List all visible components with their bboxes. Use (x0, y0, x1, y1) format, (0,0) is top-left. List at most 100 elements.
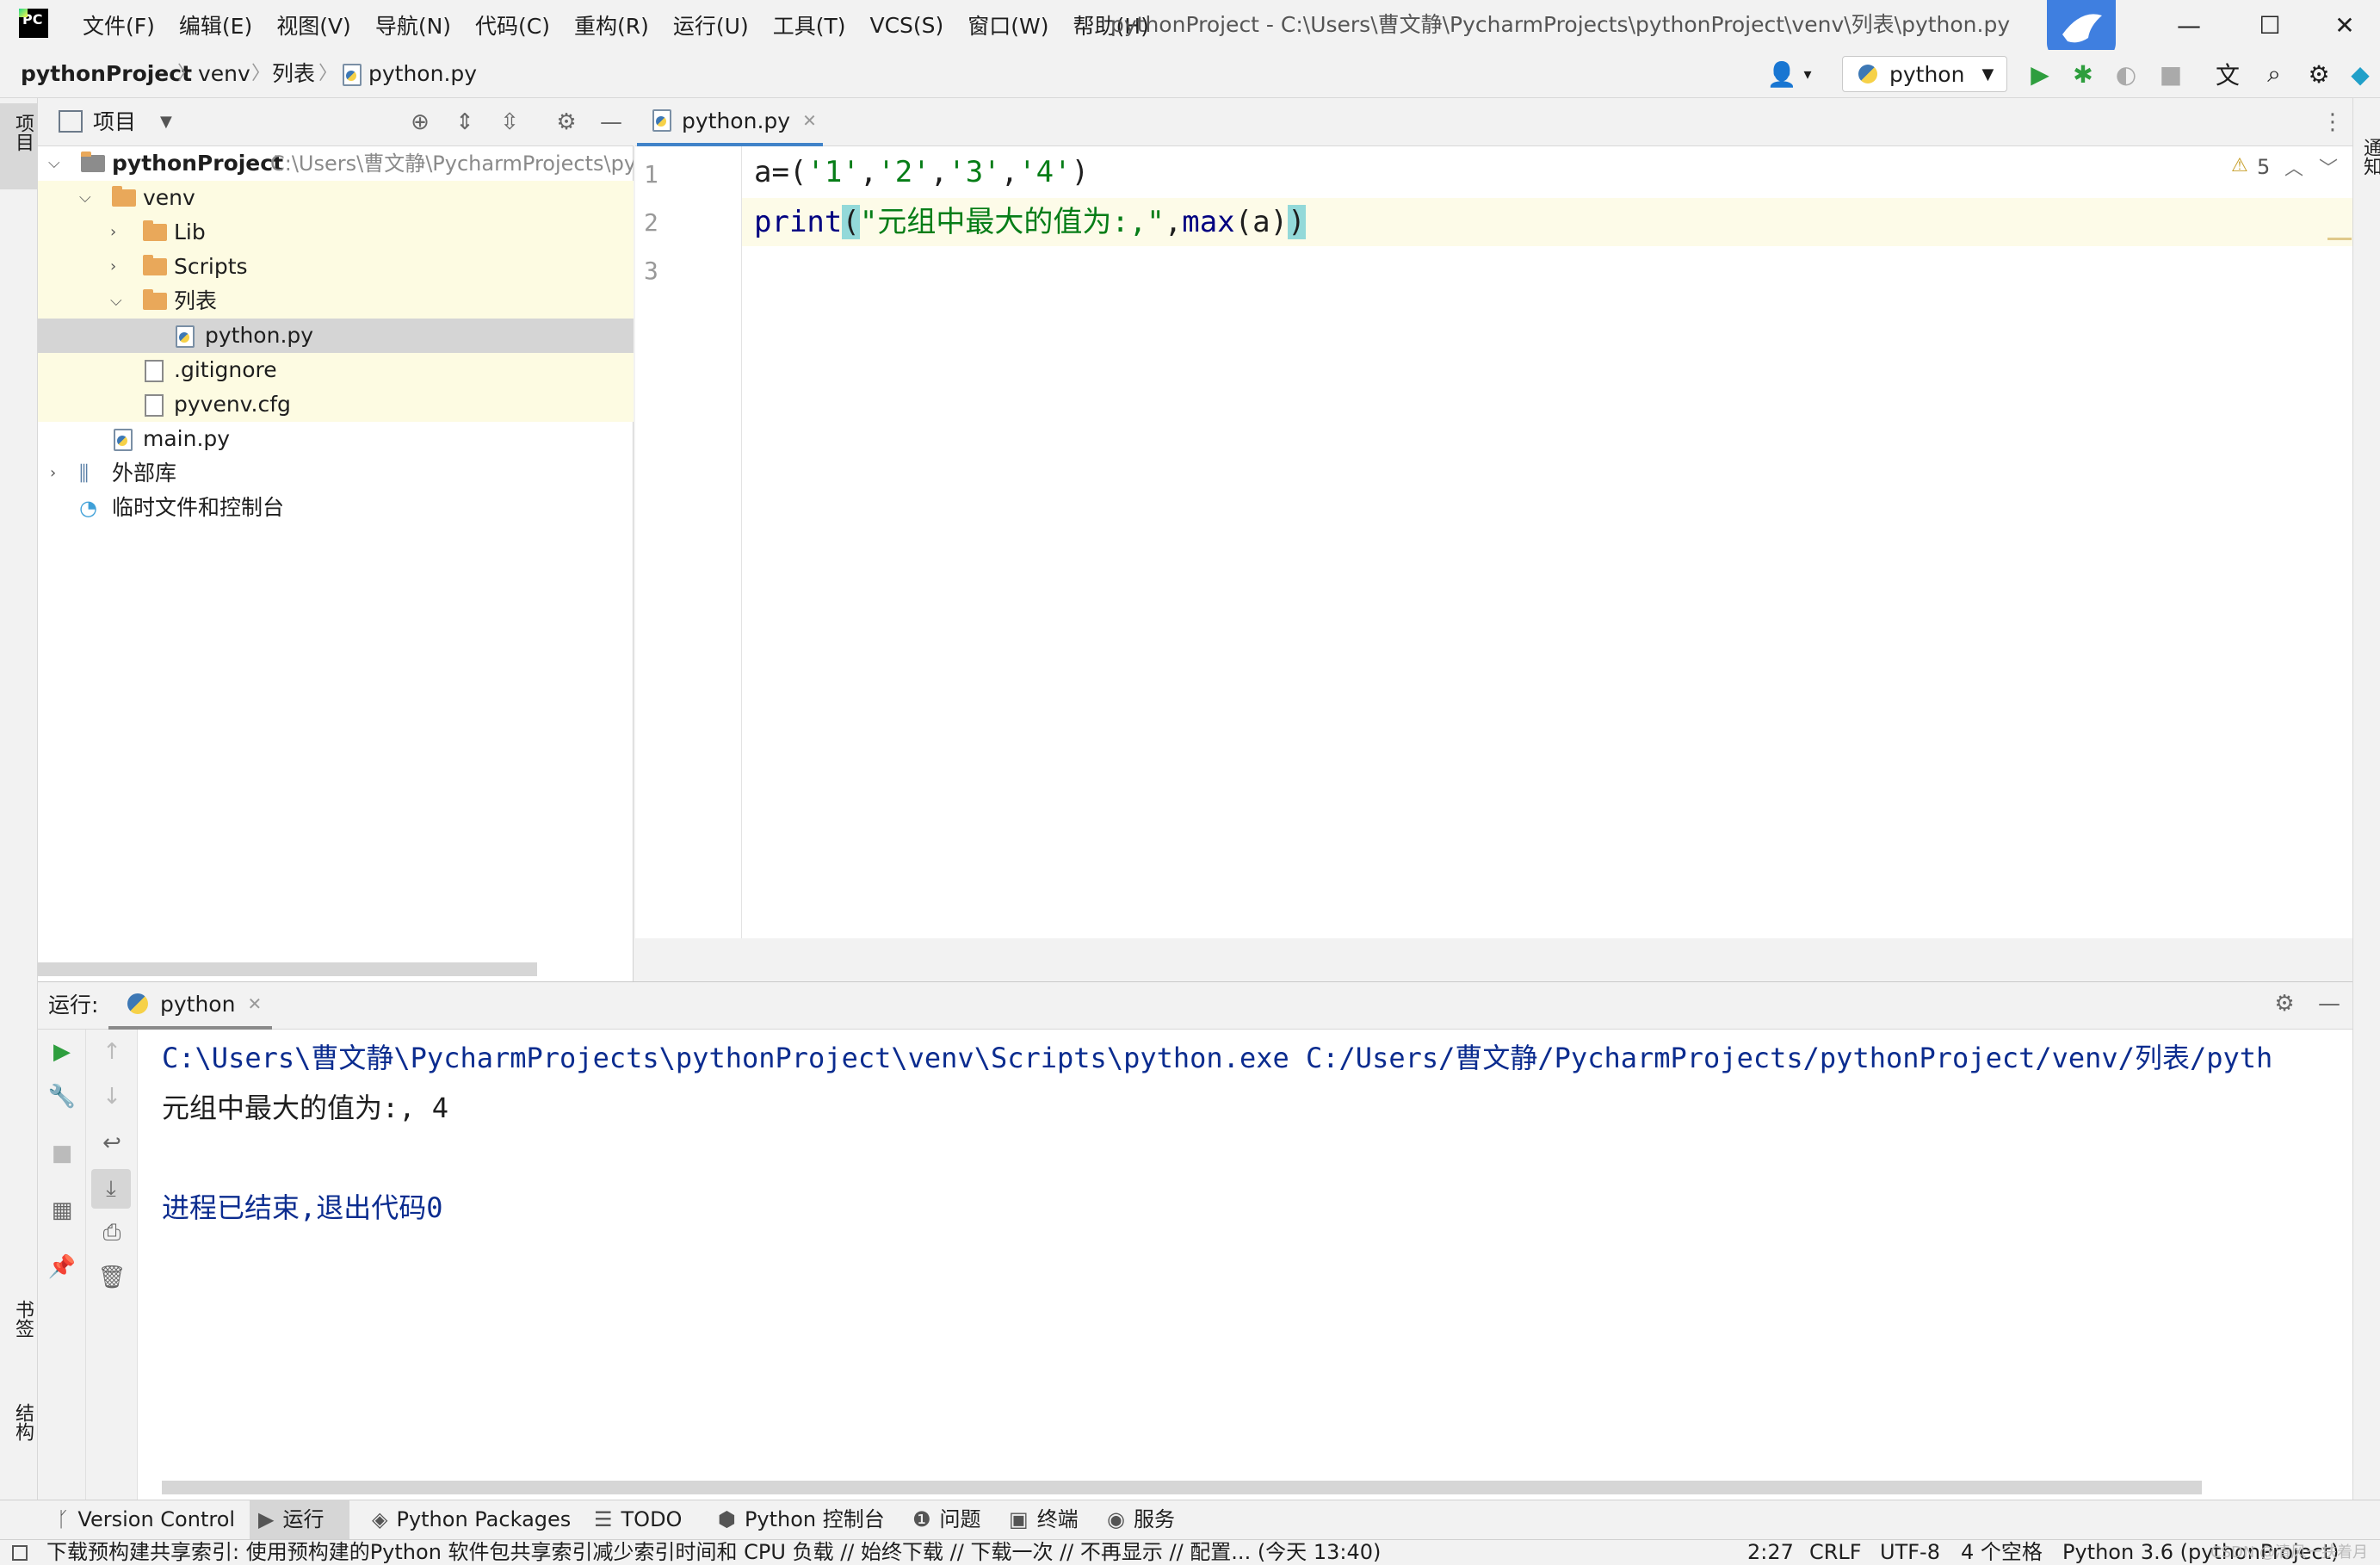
chevron-down-icon[interactable]: ▾ (1790, 57, 1825, 91)
minimize-button[interactable]: — (2148, 0, 2229, 50)
tree-item-scripts[interactable]: › Scripts (38, 250, 634, 284)
tool-tab-run[interactable]: ▶ 运行 (250, 1500, 349, 1539)
tree-item-gitignore[interactable]: .gitignore (38, 353, 634, 387)
run-tab-python[interactable]: python ✕ (108, 981, 272, 1030)
scroll-to-end-icon[interactable]: ⤓ (91, 1169, 131, 1209)
stop-icon[interactable]: ■ (2154, 57, 2188, 91)
breadcrumb-file[interactable]: python.py (343, 50, 477, 98)
status-line-separator[interactable]: CRLF (1809, 1539, 1862, 1565)
tool-tab-python-console[interactable]: ⬢ Python 控制台 (709, 1500, 885, 1539)
menu-view[interactable]: 视图(V) (264, 0, 363, 50)
editor-tab-python-py[interactable]: python.py ✕ (637, 98, 823, 146)
tool-window-toggle-icon[interactable] (12, 1545, 28, 1561)
trash-icon[interactable]: 🗑 (95, 1260, 129, 1295)
menu-vcs[interactable]: VCS(S) (857, 0, 955, 50)
chevron-right-icon[interactable]: › (110, 215, 116, 250)
close-icon[interactable]: ✕ (802, 110, 817, 131)
horizontal-scrollbar[interactable] (38, 962, 537, 976)
bookmarks-tool-button[interactable]: 书签 (0, 1291, 38, 1386)
tool-tab-problems[interactable]: ❶ 问题 (904, 1500, 981, 1539)
tool-tab-python-packages[interactable]: ◈ Python Packages (363, 1500, 571, 1539)
plugin-icon[interactable]: ◆ (2343, 57, 2377, 91)
translate-icon[interactable]: 文 (2210, 57, 2245, 91)
run-console[interactable] (138, 1030, 2352, 1500)
run-icon[interactable]: ▶ (2023, 57, 2057, 91)
gear-icon[interactable]: ⚙ (549, 105, 584, 139)
structure-tool-button[interactable]: 结构 (0, 1395, 38, 1489)
tool-tab-terminal[interactable]: ▣ 终端 (1000, 1500, 1079, 1539)
tree-item-venv[interactable]: ⌵ venv (38, 181, 634, 215)
tool-tab-todo[interactable]: ☰ TODO (585, 1500, 682, 1539)
close-window-button[interactable]: ✕ (2310, 0, 2379, 50)
gear-icon[interactable]: ⚙ (2267, 987, 2302, 1021)
wrench-icon[interactable]: 🔧 (45, 1079, 79, 1114)
menu-tools[interactable]: 工具(T) (761, 0, 858, 50)
next-highlight-icon[interactable]: ﹀ (2319, 153, 2338, 181)
more-options-icon[interactable]: ⋮ (2315, 105, 2350, 139)
code-area[interactable] (742, 146, 2352, 938)
notifications-tool-button[interactable]: 通知 (2353, 112, 2380, 189)
print-icon[interactable]: ⎙ (95, 1216, 129, 1250)
soft-wrap-icon[interactable]: ↩ (95, 1126, 129, 1160)
stop-icon[interactable]: ■ (45, 1136, 79, 1171)
warning-count[interactable]: 5 (2257, 155, 2270, 179)
console-output-line: 元组中最大的值为:, 4 (162, 1092, 449, 1124)
status-encoding[interactable]: UTF-8 (1880, 1539, 1940, 1565)
tool-tab-version-control[interactable]: ᚴ Version Control (48, 1500, 235, 1539)
up-arrow-icon[interactable]: ↑ (95, 1035, 129, 1069)
project-panel-title[interactable]: 项目 (93, 98, 136, 146)
run-configuration-select[interactable]: python ▼ (1842, 56, 2007, 92)
pin-icon[interactable]: 📌 (45, 1250, 79, 1284)
tree-item-pyvenv-cfg[interactable]: pyvenv.cfg (38, 387, 634, 422)
coverage-icon[interactable]: ◐ (2109, 57, 2143, 91)
menu-window[interactable]: 窗口(W) (955, 0, 1060, 50)
breadcrumb-project[interactable]: pythonProject (21, 50, 192, 98)
tree-item-project-root[interactable]: ⌵ pythonProject C:\Users\曹文静\PycharmProj… (38, 146, 634, 181)
locate-icon[interactable]: ⊕ (403, 105, 437, 139)
expand-all-icon[interactable]: ⇕ (448, 105, 482, 139)
menu-file[interactable]: 文件(F) (71, 0, 167, 50)
tool-tab-services[interactable]: ◉ 服务 (1098, 1500, 1175, 1539)
chevron-right-icon[interactable]: › (50, 456, 56, 491)
chevron-right-icon[interactable]: › (110, 250, 116, 284)
close-icon[interactable]: ✕ (247, 993, 262, 1014)
tree-item-scratches[interactable]: ◔ 临时文件和控制台 (38, 491, 634, 525)
search-icon[interactable]: ⌕ (2257, 57, 2291, 91)
gear-icon[interactable]: ⚙ (2302, 57, 2336, 91)
chevron-down-icon[interactable]: ⌵ (79, 181, 91, 215)
python-icon (1858, 65, 1877, 84)
branch-icon: ᚴ (57, 1507, 70, 1531)
previous-highlight-icon[interactable]: ︿ (2284, 153, 2303, 181)
breadcrumb-venv[interactable]: venv (198, 50, 250, 98)
rerun-icon[interactable]: ▶ (45, 1035, 79, 1069)
tree-item-lib[interactable]: › Lib (38, 215, 634, 250)
chevron-down-icon[interactable]: ⌵ (48, 146, 60, 181)
layout-icon[interactable]: ▦ (45, 1193, 79, 1228)
chevron-down-icon[interactable]: ⌵ (110, 284, 122, 319)
down-arrow-icon[interactable]: ↓ (95, 1079, 129, 1114)
tree-item-main-py[interactable]: main.py (38, 422, 634, 456)
hide-icon[interactable]: — (594, 105, 628, 139)
status-caret-position[interactable]: 2:27 (1747, 1539, 1794, 1565)
menu-edit[interactable]: 编辑(E) (167, 0, 264, 50)
collapse-all-icon[interactable]: ⇳ (492, 105, 527, 139)
maximize-button[interactable]: ☐ (2229, 0, 2310, 50)
chevron-down-icon[interactable]: ▼ (160, 98, 172, 146)
editor-tab-bar (635, 98, 2352, 146)
warning-icon[interactable]: ⚠ (2231, 155, 2248, 176)
menu-code[interactable]: 代码(C) (463, 0, 562, 50)
menu-run[interactable]: 运行(U) (661, 0, 761, 50)
menu-navigate[interactable]: 导航(N) (363, 0, 463, 50)
menu-refactor[interactable]: 重构(R) (562, 0, 661, 50)
tree-item-list-folder[interactable]: ⌵ 列表 (38, 284, 634, 319)
status-indent[interactable]: 4 个空格 (1961, 1539, 2043, 1565)
status-message[interactable]: 下载预构建共享索引: 使用预构建的Python 软件包共享索引减少索引时间和 C… (46, 1539, 1734, 1565)
tree-item-external-libraries[interactable]: › ⫼ 外部库 (38, 456, 634, 491)
code-string: '2' (877, 155, 930, 189)
breadcrumb-folder[interactable]: 列表 (272, 50, 315, 98)
debug-icon[interactable]: ✱ (2066, 57, 2100, 91)
tree-item-python-file[interactable]: python.py (38, 319, 634, 353)
project-tool-button[interactable]: 项目 (0, 103, 38, 189)
console-horizontal-scrollbar[interactable] (162, 1481, 2202, 1494)
hide-icon[interactable]: — (2312, 987, 2346, 1021)
